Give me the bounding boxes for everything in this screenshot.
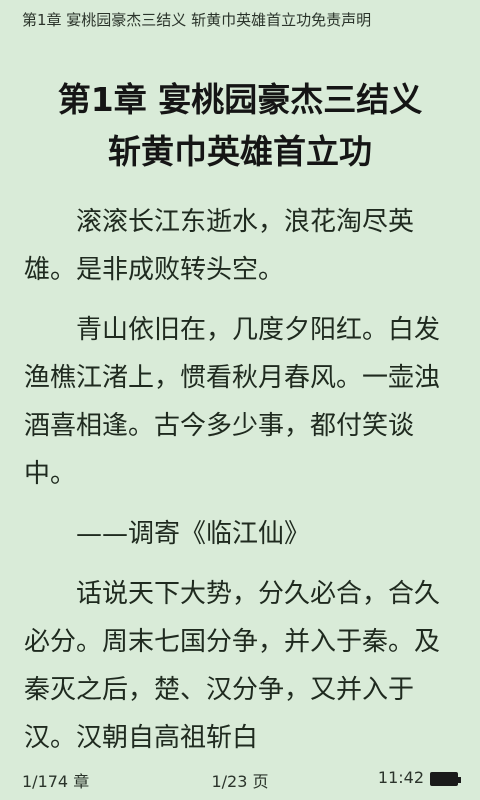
reader-header-title: 第1章 宴桃园豪杰三结义 斩黄巾英雄首立功免责声明 xyxy=(22,11,372,29)
chapter-title-line-1: 第1章 宴桃园豪杰三结义 xyxy=(57,80,423,119)
paragraph: 话说天下大势，分久必合，合久必分。周末七国分争，并入于秦。及秦灭之后，楚、汉分争… xyxy=(24,579,441,753)
battery-icon xyxy=(430,772,461,786)
reader-footer: 1/174 章 1/23 页 11:42 xyxy=(0,768,480,794)
paragraph: 青山依旧在，几度夕阳红。白发渔樵江渚上，惯看秋月春风。一壶浊酒喜相逢。古今多少事… xyxy=(24,315,441,489)
paragraph: ——调寄《临江仙》 xyxy=(76,519,311,549)
chapter-title-line-2: 斩黄巾英雄首立功 xyxy=(108,132,372,171)
paragraph: 滚滚长江东逝水，浪花淘尽英雄。是非成败转头空。 xyxy=(24,207,415,285)
reading-content[interactable]: 滚滚长江东逝水，浪花淘尽英雄。是非成败转头空。 青山依旧在，几度夕阳红。白发渔樵… xyxy=(24,198,456,774)
clock-time: 11:42 xyxy=(377,768,424,787)
chapter-title: 第1章 宴桃园豪杰三结义 斩黄巾英雄首立功 xyxy=(0,74,480,178)
